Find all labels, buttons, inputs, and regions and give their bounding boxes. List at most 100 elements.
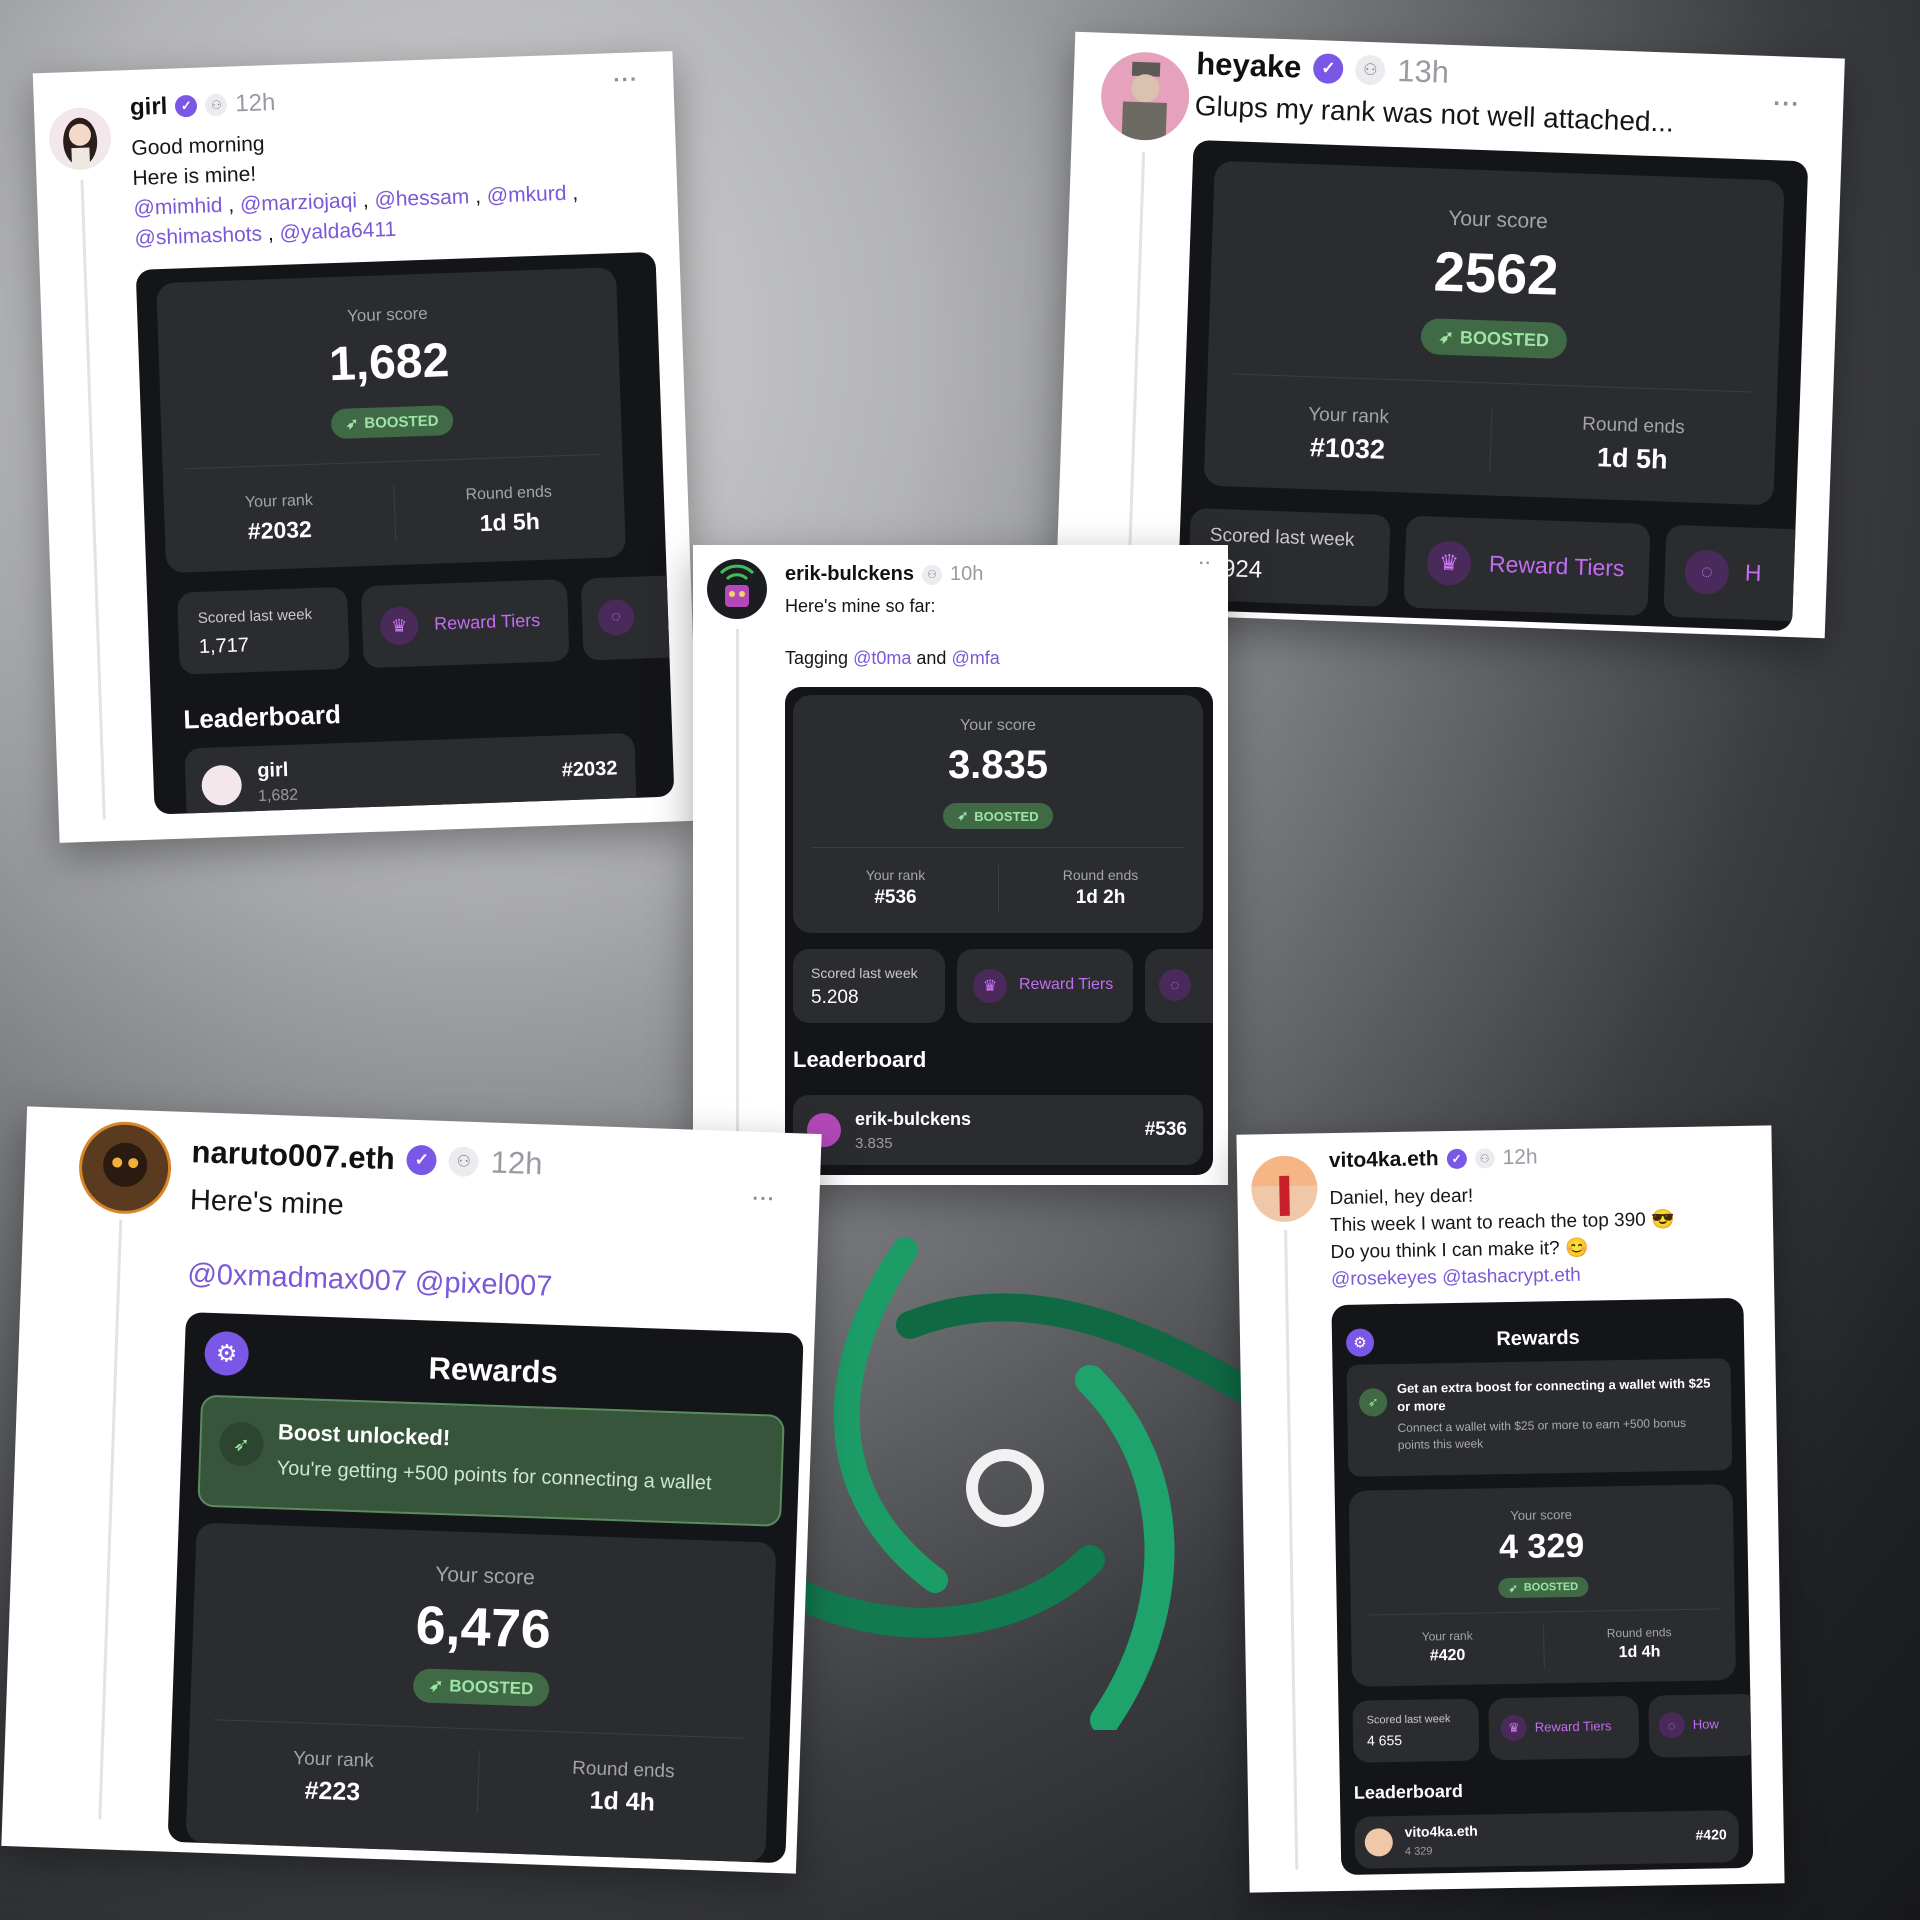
post-vito: vito4ka.eth ✓ ⚇ 12h Daniel, hey dear! Th… xyxy=(1236,1125,1785,1893)
mention-link[interactable]: @marziojaqi xyxy=(240,189,358,216)
reward-tiers-button[interactable]: ♛ Reward Tiers xyxy=(360,579,570,669)
separator: , xyxy=(474,184,482,209)
leaderboard-name: vito4ka.eth xyxy=(1404,1822,1478,1840)
how-button[interactable]: ◌ xyxy=(580,575,675,661)
reward-tiers-label: Reward Tiers xyxy=(433,610,541,634)
mention-link[interactable]: @pixel007 xyxy=(414,1266,553,1303)
mention-link[interactable]: @yalda6411 xyxy=(279,218,396,245)
post-text: Tagging xyxy=(785,648,849,668)
member-icon: ⚇ xyxy=(1354,54,1386,86)
post-text: Here's mine so far: xyxy=(785,596,936,616)
boosted-badge: ➶ BOOSTED xyxy=(330,404,454,440)
avatar xyxy=(201,764,243,806)
thread-line xyxy=(80,179,106,820)
username[interactable]: vito4ka.eth xyxy=(1329,1147,1439,1173)
trophy-icon: ♛ xyxy=(1426,540,1472,586)
how-button[interactable]: ◌ H xyxy=(1663,524,1807,622)
more-dots-icon[interactable]: ··· xyxy=(752,1188,776,1212)
mention-link[interactable]: @hessam xyxy=(374,185,470,211)
username[interactable]: girl xyxy=(130,93,168,122)
reward-tiers-label: Reward Tiers xyxy=(1534,1718,1612,1735)
boost-unlocked-banner: ➶ Boost unlocked! You're getting +500 po… xyxy=(197,1394,785,1527)
leaderboard-row[interactable]: girl 1,682 #2032 xyxy=(184,732,637,815)
how-button[interactable]: ◌ xyxy=(1145,949,1213,1023)
mention-link[interactable]: @shimashots xyxy=(134,223,262,250)
divider xyxy=(811,847,1185,848)
rocket-icon: ➶ xyxy=(957,808,969,823)
scored-label: Scored last week xyxy=(1366,1713,1451,1727)
avatar[interactable] xyxy=(48,106,113,171)
verified-badge-icon: ✓ xyxy=(174,94,198,118)
round-label: Round ends xyxy=(1606,1625,1672,1641)
trophy-icon: ♛ xyxy=(379,606,419,646)
leaderboard-title: Leaderboard xyxy=(793,1047,927,1072)
leaderboard-row[interactable]: vito4ka.eth 4 329 #420 xyxy=(1354,1810,1740,1869)
leaderboard-rank: #2032 xyxy=(561,757,618,782)
username[interactable]: erik-bulckens xyxy=(785,563,914,586)
verified-badge-icon: ✓ xyxy=(406,1144,438,1176)
reward-tiers-button[interactable]: ♛ Reward Tiers xyxy=(1488,1695,1640,1761)
username[interactable]: naruto007.eth xyxy=(191,1134,395,1177)
leaderboard-rank: #420 xyxy=(1695,1826,1727,1843)
mention-link[interactable]: @rosekeyes xyxy=(1331,1267,1437,1290)
rank-label: Your rank xyxy=(244,491,314,512)
separator: , xyxy=(362,188,370,212)
timestamp: 10h xyxy=(949,563,984,585)
mention-link[interactable]: @t0ma xyxy=(853,648,911,668)
boost-subtitle: Connect a wallet with $25 or more to ear… xyxy=(1397,1415,1687,1452)
how-label: How xyxy=(1692,1716,1719,1732)
timestamp: 12h xyxy=(490,1144,544,1182)
avatar[interactable] xyxy=(1099,50,1191,142)
post-text: and xyxy=(916,648,947,668)
score-panel: Your score 6,476 ➶ BOOSTED Your rank #223… xyxy=(185,1522,777,1863)
scored-last-week-chip: Scored last week 4 655 xyxy=(1352,1698,1480,1763)
separator: , xyxy=(227,193,235,217)
scored-last-week-chip: Scored last week 1,717 xyxy=(176,586,350,675)
reward-tiers-button[interactable]: ♛ Reward Tiers xyxy=(1403,515,1651,617)
mention-link[interactable]: @mimhid xyxy=(133,194,223,220)
boosted-text: BOOSTED xyxy=(448,1676,534,1699)
boost-title: Get an extra boost for connecting a wall… xyxy=(1396,1375,1711,1414)
reward-tiers-label: Reward Tiers xyxy=(1488,550,1625,582)
score-value: 6,476 xyxy=(414,1595,552,1660)
score-value: 3.835 xyxy=(947,743,1049,787)
thread-line xyxy=(98,1219,123,1820)
rewards-card: ⚙ Rewards ➶ Get an extra boost for conne… xyxy=(1331,1297,1754,1876)
scored-value: 1,717 xyxy=(198,634,250,658)
member-icon: ⚇ xyxy=(448,1146,480,1178)
rocket-icon: ➶ xyxy=(1358,1388,1388,1417)
rank-value: #420 xyxy=(1429,1646,1466,1665)
rocket-icon: ➶ xyxy=(345,415,359,433)
avatar[interactable] xyxy=(77,1120,173,1216)
mention-link[interactable]: @tashacrypt.eth xyxy=(1442,1265,1581,1288)
reward-tiers-button[interactable]: ♛ Reward Tiers xyxy=(957,949,1133,1023)
wallet-boost-banner: ➶ Get an extra boost for connecting a wa… xyxy=(1346,1358,1733,1477)
boost-subtitle: You're getting +500 points for connectin… xyxy=(276,1457,712,1495)
scored-label: Scored last week xyxy=(811,965,918,981)
score-panel: Your score 2562 ➶ BOOSTED Your rank #1032… xyxy=(1203,160,1785,506)
verified-badge-icon: ✓ xyxy=(1446,1148,1467,1170)
divider xyxy=(1366,1608,1719,1616)
how-label: H xyxy=(1744,559,1762,587)
leaderboard-name: erik-bulckens xyxy=(855,1109,972,1129)
swirl-logo xyxy=(760,1230,1260,1735)
boosted-badge: ➶ BOOSTED xyxy=(943,803,1053,829)
mention-link[interactable]: @mkurd xyxy=(486,182,566,208)
more-dots-icon[interactable]: ··· xyxy=(613,66,639,93)
reward-tiers-label: Reward Tiers xyxy=(1019,976,1114,993)
scored-label: Scored last week xyxy=(1209,524,1355,551)
member-icon: ⚇ xyxy=(204,93,228,117)
leaderboard-title: Leaderboard xyxy=(182,699,342,735)
boosted-text: BOOSTED xyxy=(1523,1580,1579,1594)
leaderboard-row[interactable]: erik-bulckens 3.835 #536 xyxy=(793,1095,1203,1165)
mention-link[interactable]: @mfa xyxy=(951,648,999,668)
mention-link[interactable]: @0xmadmax007 xyxy=(187,1258,408,1298)
more-dots-icon[interactable]: ··· xyxy=(1773,90,1801,119)
username[interactable]: heyake xyxy=(1196,46,1302,86)
more-dots-icon[interactable]: ·· xyxy=(1199,555,1212,573)
rewards-card: ⚙ Rewards ➶ Boost unlocked! You're getti… xyxy=(167,1312,804,1864)
avatar[interactable] xyxy=(707,559,767,619)
separator: , xyxy=(267,222,275,246)
how-button[interactable]: ◌ How xyxy=(1648,1693,1754,1758)
avatar[interactable] xyxy=(1250,1155,1318,1223)
